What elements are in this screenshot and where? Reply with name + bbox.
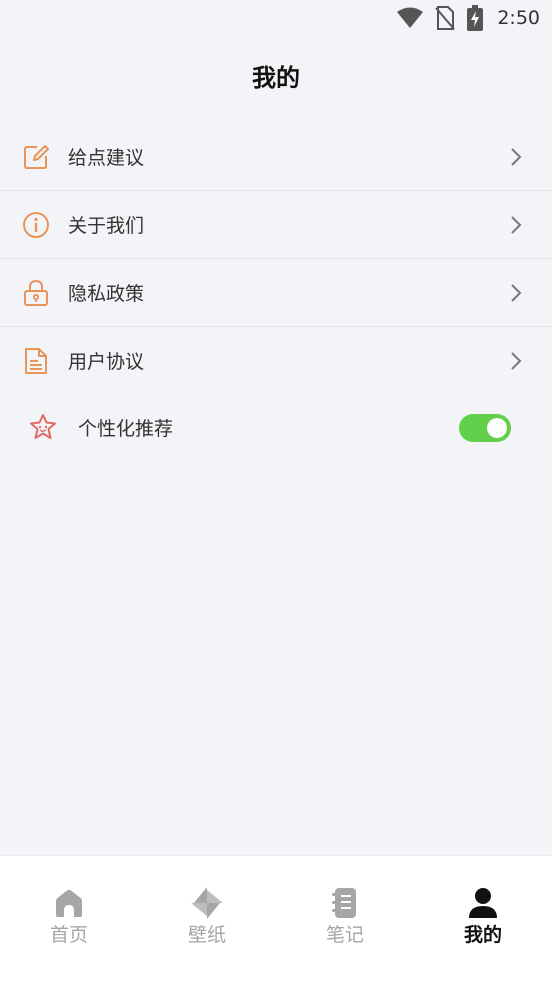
chevron-right-icon xyxy=(511,148,522,166)
no-sim-icon xyxy=(435,6,456,30)
pinwheel-icon xyxy=(191,887,223,919)
info-icon xyxy=(23,212,49,238)
status-bar: 2:50 xyxy=(0,0,552,36)
tab-label: 笔记 xyxy=(325,924,364,946)
settings-menu: 给点建议 关于我们 隐私政策 用户协议 xyxy=(0,123,552,394)
menu-item-about[interactable]: 关于我们 xyxy=(0,191,552,259)
personalization-label: 个性化推荐 xyxy=(78,418,174,440)
menu-label: 给点建议 xyxy=(68,147,145,169)
toggle-knob xyxy=(487,418,507,438)
notebook-icon xyxy=(332,888,356,918)
tab-mine[interactable]: 我的 xyxy=(443,886,523,947)
tab-notes[interactable]: 笔记 xyxy=(305,886,385,947)
document-icon xyxy=(25,348,47,374)
tab-home[interactable]: 首页 xyxy=(29,886,109,947)
menu-item-user-agreement[interactable]: 用户协议 xyxy=(0,327,552,394)
chevron-right-icon xyxy=(511,352,522,370)
edit-icon xyxy=(24,145,49,169)
home-icon xyxy=(56,889,82,917)
star-icon xyxy=(30,414,56,439)
person-icon xyxy=(469,888,497,918)
chevron-right-icon xyxy=(511,216,522,234)
tab-wallpaper[interactable]: 壁纸 xyxy=(167,886,247,947)
personalization-toggle[interactable] xyxy=(459,414,511,442)
battery-charging-icon xyxy=(467,5,484,31)
tab-label: 我的 xyxy=(463,924,502,946)
menu-label: 关于我们 xyxy=(68,215,145,237)
personalization-row: 个性化推荐 xyxy=(0,392,552,462)
menu-item-privacy[interactable]: 隐私政策 xyxy=(0,259,552,327)
bottom-tab-bar: 首页 壁纸 笔记 我的 xyxy=(0,855,552,984)
chevron-right-icon xyxy=(511,284,522,302)
page-title: 我的 xyxy=(252,64,300,92)
wifi-icon xyxy=(397,7,424,28)
menu-label: 用户协议 xyxy=(68,351,145,373)
menu-item-feedback[interactable]: 给点建议 xyxy=(0,123,552,191)
menu-label: 隐私政策 xyxy=(68,283,145,305)
status-time: 2:50 xyxy=(497,7,540,29)
tab-label: 壁纸 xyxy=(187,924,226,946)
lock-icon xyxy=(24,279,48,306)
tab-label: 首页 xyxy=(49,924,88,946)
